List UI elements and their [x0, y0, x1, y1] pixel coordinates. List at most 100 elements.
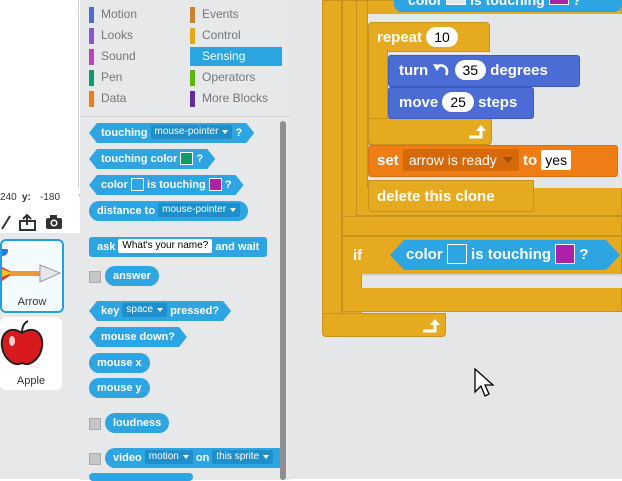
category-operators[interactable]: Operators	[190, 68, 282, 87]
key-dropdown[interactable]: space	[122, 303, 167, 317]
block-text: distance to	[97, 205, 156, 217]
category-pen[interactable]: Pen	[89, 68, 179, 87]
block-video-motion[interactable]: video motion on this sprite	[105, 448, 282, 468]
block-text: color	[406, 246, 443, 263]
loudness-checkbox[interactable]	[89, 418, 101, 430]
block-text: is touching	[147, 179, 206, 191]
empty-if-slot[interactable]	[362, 274, 622, 288]
block-repeat[interactable]: repeat 10	[368, 22, 490, 52]
block-text: ?	[572, 0, 582, 8]
answer-checkbox[interactable]	[89, 271, 101, 283]
move-steps-input[interactable]: 25	[442, 91, 474, 112]
if-c-bottom-2[interactable]	[342, 288, 622, 312]
block-touching-color[interactable]: touching color ?	[89, 149, 215, 169]
block-color-is-touching[interactable]: color is touching ?	[89, 175, 244, 195]
apple-sprite-thumbnail	[0, 320, 44, 365]
block-mouse-y[interactable]: mouse y	[89, 378, 150, 398]
block-touching[interactable]: touching mouse-pointer ?	[89, 123, 254, 143]
category-sound[interactable]: Sound	[89, 47, 179, 66]
block-text: ?	[196, 153, 204, 165]
block-text: video	[113, 452, 142, 464]
block-key-pressed[interactable]: key space pressed?	[89, 301, 231, 321]
color-swatch[interactable]	[446, 0, 467, 6]
palette-scrollbar[interactable]	[280, 121, 286, 480]
top-condition-color-touching[interactable]: color is touching ?	[394, 0, 622, 12]
block-text: is touching	[471, 246, 552, 263]
sprite-arrow[interactable]: Arrow	[0, 239, 64, 313]
sprite-apple[interactable]: Apple	[0, 317, 62, 390]
x-coordinate: 240	[0, 192, 17, 203]
category-looks[interactable]: Looks	[89, 26, 179, 45]
block-text: color	[408, 0, 443, 8]
video-checkbox[interactable]	[89, 453, 101, 465]
block-text: ask	[97, 241, 116, 253]
color-swatch[interactable]	[180, 152, 193, 165]
color-swatch[interactable]	[447, 244, 467, 264]
block-ask-and-wait[interactable]: ask What's your name? and wait	[89, 237, 268, 257]
category-color-bar	[190, 7, 195, 23]
block-partial[interactable]	[89, 473, 193, 481]
block-mouse-x[interactable]: mouse x	[89, 353, 150, 373]
if-c-arm[interactable]	[356, 0, 368, 215]
block-set-variable[interactable]: set arrow is ready to yes	[368, 145, 618, 177]
upload-sprite-icon[interactable]	[18, 213, 38, 231]
c-bottom-1[interactable]	[342, 216, 622, 236]
y-coordinate: -180	[40, 192, 61, 203]
block-mouse-down[interactable]: mouse down?	[89, 327, 187, 347]
block-text: set	[377, 152, 399, 169]
block-move[interactable]: move 25 steps	[388, 87, 534, 119]
loop-arrow-icon	[469, 125, 486, 139]
script-area[interactable]: color is touching ? repeat 10 turn 35 de…	[290, 0, 622, 479]
rotate-left-icon	[433, 63, 449, 76]
block-categories: Motion Events Looks Control Sound Sensin…	[80, 0, 290, 116]
color-swatch[interactable]	[555, 244, 575, 264]
stage[interactable]	[0, 0, 79, 188]
set-value-input[interactable]: yes	[541, 149, 572, 170]
category-label: Sensing	[202, 49, 246, 63]
block-loudness[interactable]: loudness	[105, 413, 170, 433]
variable-dropdown[interactable]: arrow is ready	[402, 148, 519, 171]
color-swatch[interactable]	[131, 178, 144, 191]
mouse-coordinates: 240 y: -180	[0, 190, 80, 206]
category-motion[interactable]: Motion	[89, 5, 179, 24]
block-text: loudness	[113, 417, 162, 429]
color-swatch[interactable]	[548, 0, 569, 6]
category-color-bar	[190, 28, 195, 44]
block-turn[interactable]: turn 35 degrees	[388, 55, 580, 87]
category-color-bar	[190, 49, 195, 65]
category-more-blocks[interactable]: More Blocks	[190, 89, 282, 108]
block-text: mouse x	[97, 357, 142, 369]
camera-icon[interactable]	[44, 213, 64, 231]
block-text: repeat	[377, 29, 423, 46]
repeat-c-bottom[interactable]	[368, 118, 492, 145]
block-text: on	[195, 452, 210, 464]
outer-c-arm[interactable]	[322, 0, 342, 337]
category-label: Looks	[101, 28, 134, 42]
color-swatch[interactable]	[209, 178, 222, 191]
arrow-sprite-thumbnail	[2, 249, 62, 283]
distance-dropdown[interactable]: mouse-pointer	[158, 203, 241, 218]
category-control[interactable]: Control	[190, 26, 282, 45]
block-delete-this-clone[interactable]: delete this clone	[368, 180, 534, 212]
category-color-bar	[89, 49, 94, 65]
paint-sprite-icon[interactable]	[0, 213, 14, 231]
block-answer[interactable]: answer	[105, 266, 159, 286]
sprite-pane: 240 y: -180 Arrow Apple	[0, 0, 85, 479]
outer-c-bottom[interactable]	[322, 313, 446, 337]
video-attribute-dropdown[interactable]: motion	[144, 450, 193, 465]
category-label: Data	[101, 91, 127, 105]
block-distance-to[interactable]: distance to mouse-pointer	[89, 201, 249, 221]
touching-dropdown[interactable]: mouse-pointer	[151, 125, 233, 139]
block-palette: touching mouse-pointer ? touching color …	[80, 116, 290, 481]
sprite-name: Apple	[16, 375, 46, 387]
ask-input[interactable]: What's your name?	[118, 239, 213, 254]
turn-degrees-input[interactable]: 35	[454, 59, 487, 80]
if-condition-color-touching[interactable]: color is touching ?	[390, 240, 620, 270]
category-color-bar	[89, 28, 94, 44]
category-label: Control	[202, 28, 241, 42]
category-sensing[interactable]: Sensing	[190, 47, 282, 66]
video-target-dropdown[interactable]: this sprite	[212, 450, 274, 465]
category-events[interactable]: Events	[190, 5, 282, 24]
category-data[interactable]: Data	[89, 89, 179, 108]
repeat-count-input[interactable]: 10	[426, 26, 458, 47]
